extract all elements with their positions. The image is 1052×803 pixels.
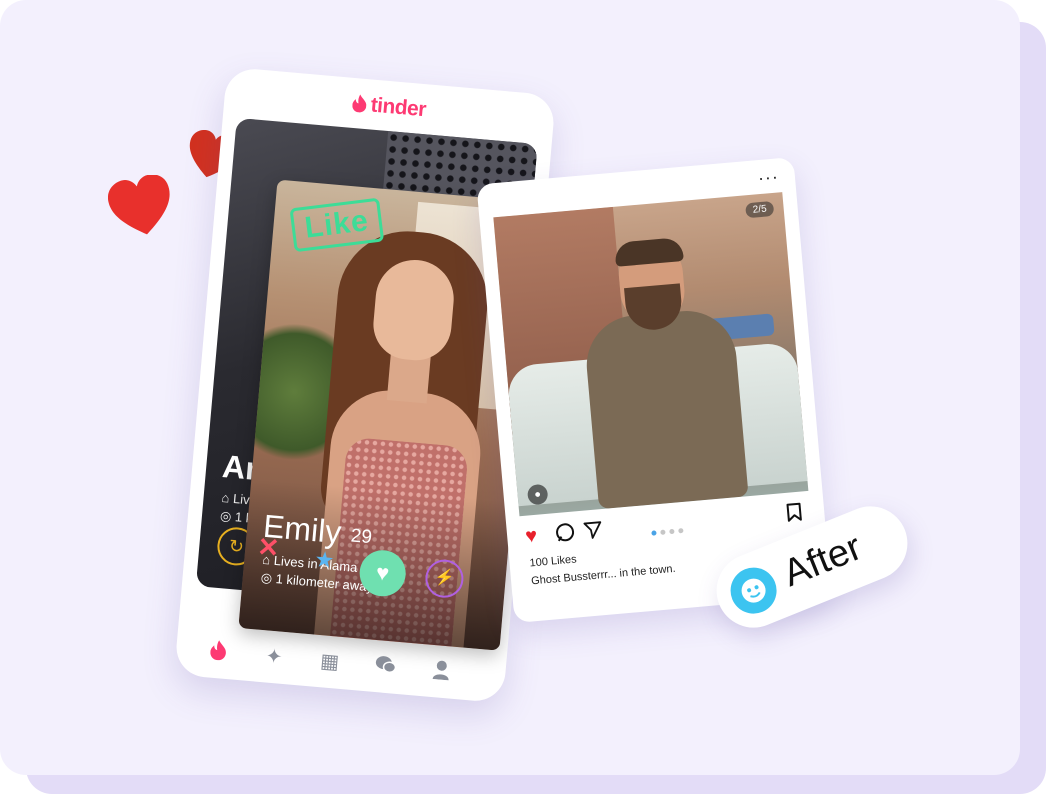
photo-counter: 2/5	[745, 200, 775, 219]
photo-person-body	[582, 306, 749, 510]
tinder-logo-text: tinder	[369, 93, 427, 122]
comment-icon[interactable]	[554, 521, 576, 548]
nav-sparkle-icon[interactable]: ✦	[261, 644, 287, 670]
nav-profile-icon[interactable]	[428, 659, 454, 685]
nope-icon[interactable]: ✕	[256, 531, 280, 564]
post-photo[interactable]: 2/5 ●	[493, 192, 809, 517]
profile-age: 29	[349, 525, 373, 549]
app-logo-icon	[723, 560, 784, 621]
share-icon[interactable]	[582, 519, 604, 546]
superlike-star-icon[interactable]: ★	[313, 546, 336, 574]
flame-icon	[352, 94, 367, 113]
bookmark-icon[interactable]	[785, 502, 803, 528]
like-count: 100 Likes	[529, 553, 578, 570]
nav-flame-icon[interactable]	[205, 639, 231, 665]
nav-explore-icon[interactable]: ▦	[317, 649, 343, 675]
more-options-icon[interactable]: ···	[757, 166, 780, 189]
heart-large-icon	[108, 175, 170, 235]
nav-chat-icon[interactable]	[373, 654, 399, 680]
carousel-dots	[651, 520, 688, 541]
after-label: After	[777, 526, 868, 596]
like-heart-icon[interactable]: ♥	[524, 525, 538, 548]
